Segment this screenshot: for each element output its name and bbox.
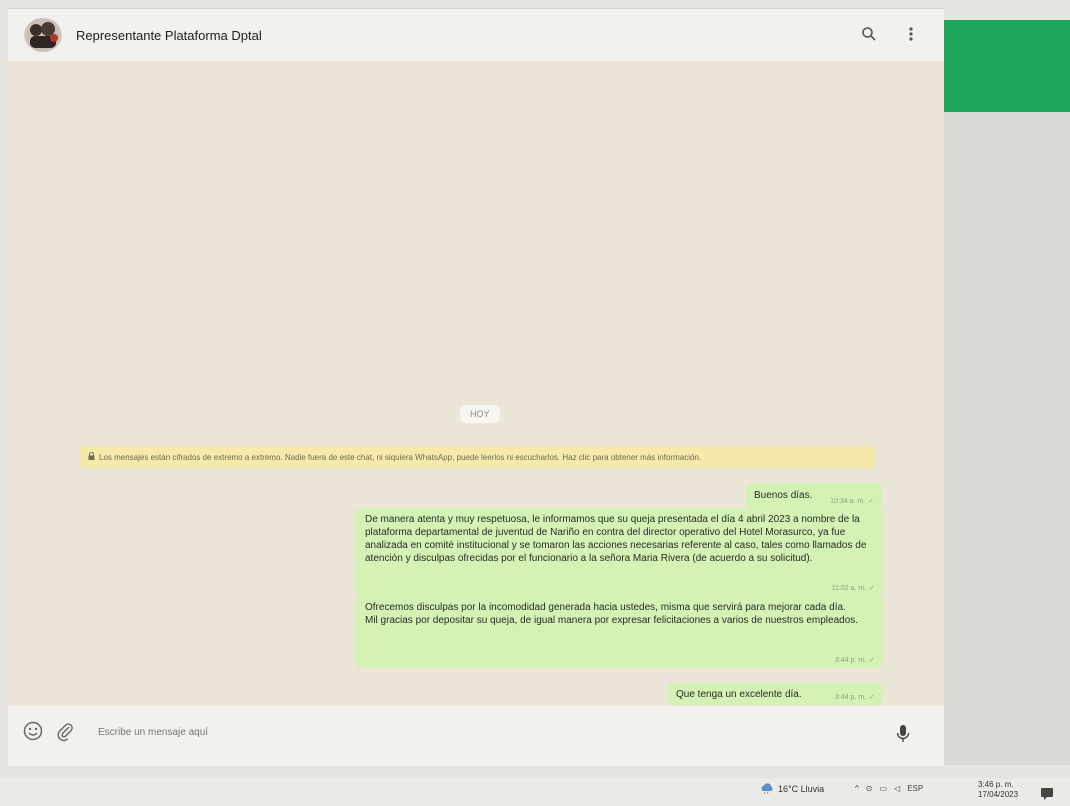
encryption-notice[interactable]: Los mensajes están cifrados de extremo a… — [80, 446, 875, 468]
outgoing-message[interactable]: Que tenga un excelente día. 3:44 p. m. ✓ — [668, 683, 883, 705]
message-time: 11:02 a. m. — [831, 584, 867, 592]
search-icon[interactable] — [858, 23, 880, 45]
sent-check-icon: ✓ — [869, 694, 875, 701]
chevron-up-icon[interactable]: ^ — [855, 784, 859, 793]
chat-window: Representante Plataforma Dptal HOY Los m… — [8, 8, 944, 766]
message-text: Que tenga un excelente día. — [676, 689, 802, 700]
contact-avatar[interactable] — [24, 18, 62, 52]
sent-check-icon: ✓ — [868, 498, 874, 505]
notification-icon[interactable] — [1040, 786, 1054, 800]
clock-date: 17/04/2023 — [978, 790, 1019, 799]
encryption-notice-text: Los mensajes están cifrados de extremo a… — [99, 452, 702, 462]
clock-time: 3:46 p. m. — [978, 780, 1014, 789]
taskbar-clock[interactable]: 3:46 p. m. 17/04/2023 — [978, 780, 1018, 800]
message-text: Ofrecemos disculpas por la incomodidad g… — [365, 602, 859, 626]
system-tray: ^ ⊙ ▭ ◁ ESP — [855, 784, 923, 793]
weather-text: 16°C Lluvia — [778, 784, 825, 794]
network-icon[interactable]: ⊙ — [866, 784, 873, 793]
app-accent-bar — [944, 20, 1070, 112]
weather-icon — [760, 782, 774, 796]
outgoing-message[interactable]: De manera atenta y muy respetuosa, le in… — [355, 508, 883, 596]
volume-icon[interactable]: ◁ — [894, 784, 900, 793]
contact-name[interactable]: Representante Plataforma Dptal — [76, 28, 262, 43]
outgoing-message[interactable]: Buenos días. 10:34 a. m. ✓ — [746, 483, 882, 509]
message-composer — [8, 706, 944, 766]
paperclip-icon[interactable] — [54, 720, 76, 742]
message-input[interactable] — [96, 718, 880, 746]
os-taskbar: 16°C Lluvia ^ ⊙ ▭ ◁ ESP 3:46 p. m. 17/04… — [0, 778, 1070, 806]
message-text: De manera atenta y muy respetuosa, le in… — [365, 514, 867, 564]
message-time: 3:44 p. m. — [834, 656, 867, 664]
message-time: 3:44 p. m. — [834, 693, 867, 701]
message-time: 10:34 a. m. — [830, 497, 866, 505]
message-list[interactable]: HOY Los mensajes están cifrados de extre… — [8, 61, 944, 706]
language-indicator[interactable]: ESP — [907, 784, 923, 793]
weather-widget[interactable]: 16°C Lluvia — [760, 782, 824, 796]
lock-icon — [88, 451, 95, 462]
microphone-icon[interactable] — [896, 724, 918, 746]
sent-check-icon: ✓ — [869, 657, 875, 664]
date-divider: HOY — [460, 405, 500, 423]
chat-header: Representante Plataforma Dptal — [8, 9, 944, 61]
emoji-icon[interactable] — [22, 720, 44, 742]
sent-check-icon: ✓ — [869, 585, 875, 592]
outgoing-message[interactable]: Ofrecemos disculpas por la incomodidad g… — [355, 596, 883, 668]
menu-dots-icon[interactable] — [900, 23, 922, 45]
message-text: Buenos días. — [754, 490, 813, 501]
side-panel — [944, 112, 1070, 765]
display-icon[interactable]: ▭ — [879, 784, 887, 793]
